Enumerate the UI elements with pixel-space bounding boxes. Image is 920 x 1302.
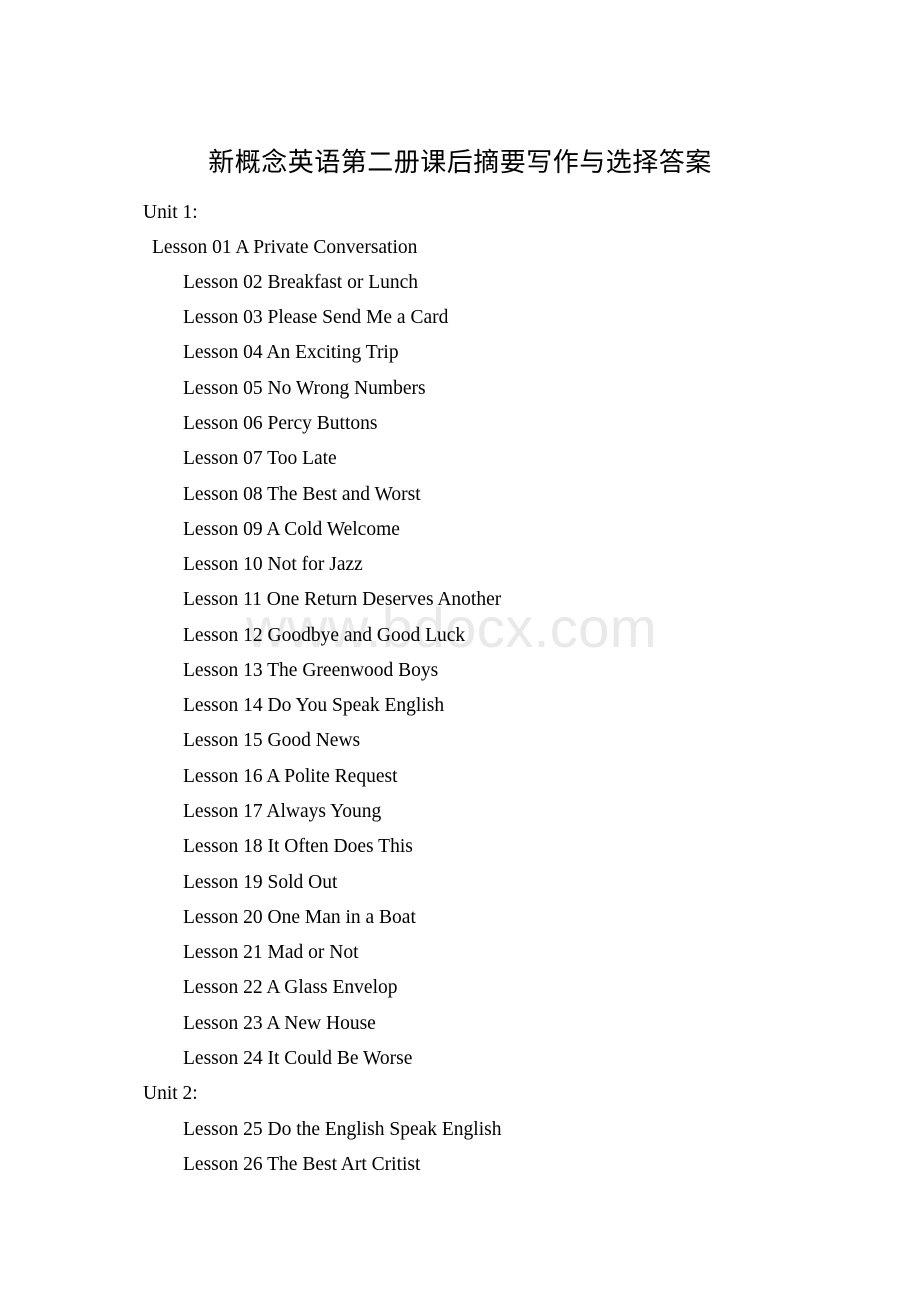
list-item: Lesson 04 An Exciting Trip [183,342,399,363]
list-item: Lesson 23 A New House [183,1013,376,1034]
list-item: Lesson 13 The Greenwood Boys [183,660,439,681]
document-page: www.bdocx.com 新概念英语第二册课后摘要写作与选择答案 Unit 1… [0,0,920,1302]
list-item: Lesson 21 Mad or Not [183,942,359,963]
list-item: Lesson 11 One Return Deserves Another [183,589,502,610]
list-item: Lesson 14 Do You Speak English [183,695,445,716]
list-item: Lesson 24 It Could Be Worse [183,1048,413,1069]
list-item: Lesson 03 Please Send Me a Card [183,307,449,328]
list-item: Lesson 10 Not for Jazz [183,554,363,575]
list-item: Lesson 16 A Polite Request [183,766,398,787]
list-item: Lesson 07 Too Late [183,448,337,469]
list-item: Lesson 15 Good News [183,730,361,751]
list-item: Lesson 25 Do the English Speak English [183,1119,502,1140]
list-item: Lesson 17 Always Young [183,801,382,822]
list-item: Lesson 18 It Often Does This [183,836,413,857]
list-item: Lesson 08 The Best and Worst [183,484,421,505]
unit-heading-1: Unit 1: [143,202,198,223]
list-item: Lesson 26 The Best Art Critist [183,1154,421,1175]
page-title: 新概念英语第二册课后摘要写作与选择答案 [208,148,712,178]
list-item: Lesson 12 Goodbye and Good Luck [183,625,466,646]
list-item: Lesson 22 A Glass Envelop [183,977,398,998]
list-item: Lesson 09 A Cold Welcome [183,519,400,540]
list-item: Lesson 20 One Man in a Boat [183,907,416,928]
list-item: Lesson 01 A Private Conversation [152,237,418,258]
list-item: Lesson 02 Breakfast or Lunch [183,272,419,293]
list-item: Lesson 19 Sold Out [183,872,338,893]
list-item: Lesson 06 Percy Buttons [183,413,378,434]
list-item: Lesson 05 No Wrong Numbers [183,378,426,399]
unit-heading-2: Unit 2: [143,1083,198,1104]
